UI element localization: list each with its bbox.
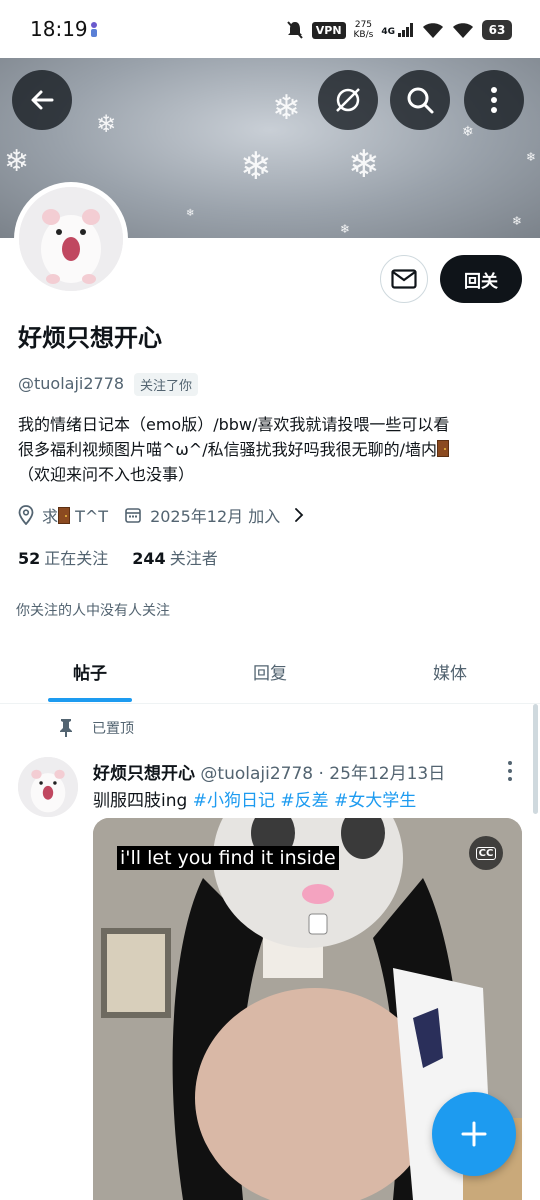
status-time: 18:19 (30, 17, 88, 41)
back-button[interactable] (12, 70, 72, 130)
profile-tabs: 帖子 回复 媒体 (0, 640, 540, 704)
profile-avatar[interactable] (14, 182, 128, 296)
following-label: 正在关注 (44, 549, 109, 568)
profile-joined-date: 2025年12月 加入 (150, 507, 281, 526)
cc-icon: CC (475, 846, 497, 860)
location-text: 求 (42, 507, 59, 526)
plus-icon (461, 1121, 487, 1147)
avatar-image (19, 187, 123, 291)
search-button[interactable] (390, 70, 450, 130)
hashtag-link[interactable]: #反差 (280, 791, 328, 811)
snowflake-icon: ❄ (4, 144, 30, 179)
location-pin-icon (18, 505, 34, 525)
post-more-icon[interactable] (504, 760, 516, 782)
followers-label: 关注者 (169, 549, 218, 568)
profile-stats: 52 正在关注 244 关注者 (18, 545, 218, 569)
bio-line-2-text: 很多福利视频图片喵^ω^/私信骚扰我好吗我很无聊的/墙内 (18, 440, 437, 459)
tab-replies[interactable]: 回复 (180, 640, 360, 703)
closed-captions-button[interactable]: CC (469, 836, 503, 870)
bio-line-3: （欢迎来问不入也没事） (18, 465, 195, 484)
profile-meta: 求 T^T 2025年12月 加入 (18, 503, 306, 527)
tab-posts[interactable]: 帖子 (0, 640, 180, 703)
post-header: 好烦只想开心 @tuolaji2778 · 25年12月13日 (93, 759, 445, 784)
message-button[interactable] (380, 255, 428, 303)
scrollbar[interactable] (533, 704, 538, 814)
grok-button[interactable] (318, 70, 378, 130)
bio-line-1: 我的情绪日记本（emo版）/bbw/喜欢我就请投喂一些可以看 (18, 415, 450, 434)
wifi-icon-secondary (453, 23, 473, 38)
mute-bell-icon (286, 21, 303, 39)
snowflake-icon: ❄ (96, 110, 117, 138)
followers-stat[interactable]: 244 关注者 (132, 545, 217, 569)
following-stat[interactable]: 52 正在关注 (18, 545, 108, 569)
profile-location: 求 T^T (42, 503, 108, 527)
post-text: 驯服四肢ing #小狗日记 #反差 #女大学生 (93, 786, 416, 811)
snowflake-icon: ❄ (462, 124, 474, 140)
follows-you-badge: 关注了你 (134, 373, 199, 396)
door-emoji-icon (437, 440, 449, 457)
cellular-signal-icon: 4G (381, 23, 414, 37)
pinned-label: 已置顶 (92, 721, 134, 737)
followers-count: 244 (132, 549, 166, 568)
compose-post-button[interactable] (432, 1092, 516, 1176)
snowflake-icon: ❄ (348, 142, 380, 186)
status-icons: VPN 275 KB/s 4G 63 (286, 16, 512, 44)
active-tab-indicator (48, 698, 132, 702)
hashtag-link[interactable]: #小狗日记 (193, 791, 275, 811)
snowflake-icon: ❄ (240, 144, 272, 188)
speed-value: 275 (354, 20, 373, 30)
follow-back-button[interactable]: 回关 (440, 255, 522, 303)
snowflake-icon: ❄ (340, 222, 351, 236)
app-notification-icon (91, 22, 97, 37)
arrow-left-icon (31, 90, 54, 110)
calendar-icon (125, 508, 141, 523)
hashtag-link[interactable]: #女大学生 (334, 791, 416, 811)
speed-unit: KB/s (353, 30, 374, 40)
following-count: 52 (18, 549, 41, 568)
snowflake-icon: ❄ (186, 208, 195, 219)
battery-indicator: 63 (482, 20, 512, 40)
snowflake-icon: ❄ (526, 150, 537, 164)
bio-line-2: 很多福利视频图片喵^ω^/私信骚扰我好吗我很无聊的/墙内 (18, 437, 518, 462)
snowflake-icon: ❄ (272, 88, 301, 128)
mutual-followers-note: 你关注的人中没有人关注 (16, 603, 170, 619)
pin-icon (60, 719, 72, 737)
vpn-badge: VPN (311, 21, 346, 39)
post-author-avatar[interactable] (18, 757, 78, 817)
snowflake-icon: ❄ (512, 214, 523, 228)
pinned-indicator: 已置顶 (58, 718, 134, 738)
more-vertical-icon (491, 87, 497, 113)
post-author-name[interactable]: 好烦只想开心 (93, 764, 195, 784)
post-body: 驯服四肢ing (93, 791, 188, 811)
status-bar: 18:19 VPN 275 KB/s 4G 63 (0, 0, 540, 58)
profile-handle: @tuolaji2778 (18, 374, 125, 393)
grok-icon (336, 88, 360, 112)
search-icon (407, 87, 434, 114)
tab-media[interactable]: 媒体 (360, 640, 540, 703)
wifi-icon (423, 23, 443, 38)
profile-bio: 我的情绪日记本（emo版）/bbw/喜欢我就请投喂一些可以看 很多福利视频图片喵… (18, 412, 518, 487)
profile-display-name: 好烦只想开心 (18, 324, 162, 352)
door-emoji-icon (58, 507, 71, 524)
network-speed: 275 KB/s (354, 20, 374, 40)
chevron-right-icon[interactable] (292, 506, 306, 524)
more-options-button[interactable] (464, 70, 524, 130)
network-type: 4G (381, 27, 395, 37)
video-caption: i'll let you find it inside (117, 846, 339, 870)
mail-icon (391, 269, 417, 289)
post-author-meta: @tuolaji2778 · 25年12月13日 (200, 764, 446, 784)
location-suffix: T^T (75, 507, 109, 526)
